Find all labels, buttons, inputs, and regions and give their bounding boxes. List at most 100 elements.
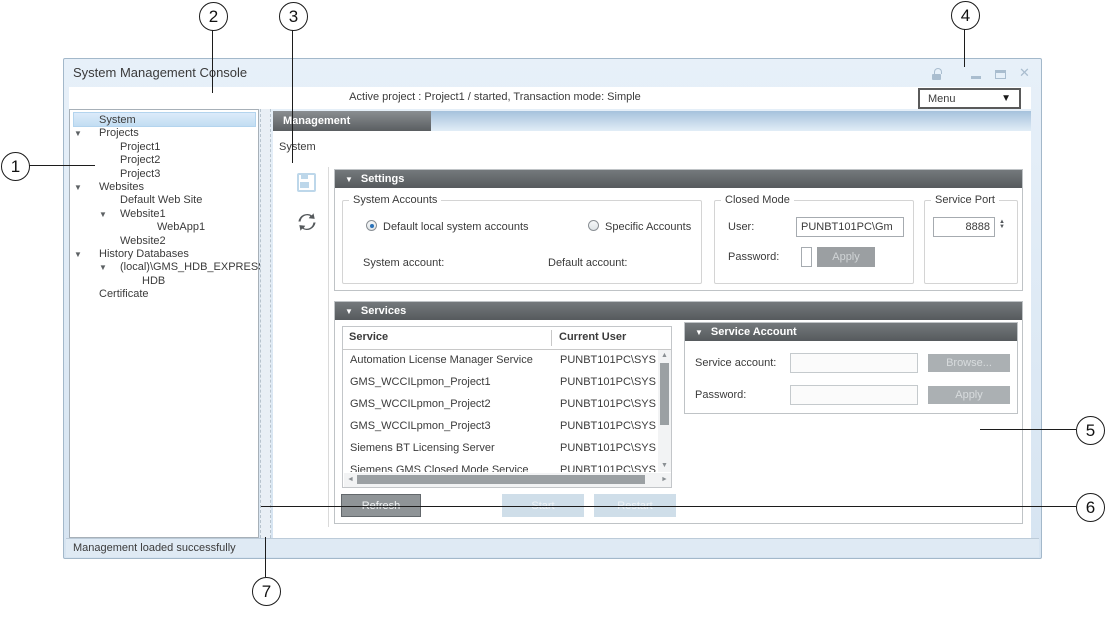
tree-item-project1[interactable]: Project1: [70, 141, 258, 155]
tab-management[interactable]: Management: [273, 111, 431, 131]
table-row[interactable]: Siemens BT Licensing Server PUNBT101PC\S…: [344, 442, 658, 464]
collapse-arrow-icon[interactable]: ▼: [99, 210, 107, 219]
service-port-stepper[interactable]: ▲ ▼: [999, 220, 1005, 230]
scroll-down-icon[interactable]: ▼: [661, 462, 668, 469]
system-account-label: System account:: [363, 257, 444, 269]
callout-1-label: 1: [11, 157, 20, 177]
tree-item-label: History Databases: [99, 248, 189, 260]
current-user-cell: PUNBT101PC\SYS: [560, 398, 657, 410]
tree-item-label: WebApp1: [157, 221, 205, 233]
services-table: Service Current User Automation License …: [342, 326, 672, 488]
table-row[interactable]: GMS_WCCILpmon_Project1 PUNBT101PC\SYS: [344, 376, 658, 398]
vertical-scrollbar-thumb[interactable]: [660, 363, 669, 425]
tree-item-default-web-site[interactable]: Default Web Site: [70, 194, 258, 208]
apply-button-label: Apply: [832, 251, 860, 263]
tree-item-hdb-express[interactable]: ▼ (local)\GMS_HDB_EXPRESS: [70, 261, 258, 275]
minimize-button[interactable]: [971, 76, 981, 79]
status-bar-text: Management loaded successfully: [73, 542, 236, 554]
tree-item-history-databases[interactable]: ▼ History Databases: [70, 248, 258, 262]
tree-item-project2[interactable]: Project2: [70, 154, 258, 168]
tree-item-label: Default Web Site: [120, 194, 202, 206]
callout-3-label: 3: [289, 7, 298, 27]
radio-specific-label: Specific Accounts: [605, 221, 691, 233]
user-label: User:: [728, 221, 754, 233]
collapse-arrow-icon: ▼: [345, 307, 353, 316]
service-name-cell: Siemens GMS Closed Mode Service: [350, 464, 550, 472]
save-icon[interactable]: [297, 173, 316, 192]
service-account-field[interactable]: [790, 353, 918, 373]
tab-management-label: Management: [283, 115, 350, 127]
tree-item-website1[interactable]: ▼ Website1: [70, 208, 258, 222]
current-user-cell: PUNBT101PC\SYS: [560, 354, 657, 366]
app-window: System Management Console ✕ Active proje…: [63, 58, 1042, 559]
service-account-password-field[interactable]: [790, 385, 918, 405]
radio-default-local-system-accounts[interactable]: [366, 220, 377, 231]
callout-1: 1: [1, 152, 30, 181]
tree-item-project3[interactable]: Project3: [70, 168, 258, 182]
services-panel: ▼ Services Service Current User Automati…: [334, 301, 1023, 524]
services-table-header: Service Current User: [343, 327, 671, 350]
collapse-arrow-icon[interactable]: ▼: [74, 250, 82, 259]
tree-item-websites[interactable]: ▼ Websites: [70, 181, 258, 195]
table-row[interactable]: Automation License Manager Service PUNBT…: [344, 354, 658, 376]
tree-item-hdb[interactable]: HDB: [70, 275, 258, 289]
closed-mode-apply-button[interactable]: Apply: [817, 247, 875, 267]
radio-specific-accounts[interactable]: [588, 220, 599, 231]
service-account-panel-header[interactable]: ▼ Service Account: [685, 323, 1017, 341]
settings-panel-header[interactable]: ▼ Settings: [335, 170, 1022, 188]
password-field[interactable]: [801, 247, 812, 267]
service-account-apply-button[interactable]: Apply: [928, 386, 1010, 404]
callout-line-7: [265, 537, 266, 577]
spinner-down-icon[interactable]: ▼: [999, 225, 1005, 230]
collapse-arrow-icon[interactable]: ▼: [74, 129, 82, 138]
tab-strip: Management: [273, 111, 1031, 131]
tree-main-splitter[interactable]: [260, 109, 271, 538]
scroll-up-icon[interactable]: ▲: [661, 352, 668, 359]
table-row[interactable]: Siemens GMS Closed Mode Service PUNBT101…: [344, 464, 658, 472]
scroll-right-icon[interactable]: ►: [661, 476, 668, 483]
services-table-rows: Automation License Manager Service PUNBT…: [344, 350, 658, 472]
chevron-down-icon: ▼: [1001, 93, 1011, 104]
tree-item-label: Websites: [99, 181, 144, 193]
tree-item-certificate[interactable]: Certificate: [70, 288, 258, 302]
collapse-arrow-icon[interactable]: ▼: [99, 263, 107, 272]
maximize-button[interactable]: [995, 70, 1006, 79]
callout-7-label: 7: [262, 582, 271, 602]
callout-4: 4: [951, 1, 980, 30]
current-user-cell: PUNBT101PC\SYS: [560, 420, 657, 432]
callout-line-5: [980, 429, 1076, 430]
closed-mode-group: Closed Mode User: Password: Apply: [714, 200, 914, 284]
vertical-scrollbar[interactable]: ▲ ▼: [658, 350, 671, 472]
lock-icon: [932, 68, 942, 80]
user-field[interactable]: [796, 217, 904, 237]
horizontal-scrollbar[interactable]: ◄ ►: [344, 473, 671, 487]
service-name-cell: GMS_WCCILpmon_Project2: [350, 398, 550, 410]
close-button[interactable]: ✕: [1019, 65, 1030, 81]
default-account-label: Default account:: [548, 257, 628, 269]
management-panel: Management System ▼: [273, 111, 1031, 538]
tree-item-website2[interactable]: Website2: [70, 235, 258, 249]
tree-item-system[interactable]: System: [70, 114, 258, 128]
collapse-arrow-icon[interactable]: ▼: [74, 183, 82, 192]
settings-panel: ▼ Settings System Accounts Default local…: [334, 169, 1023, 291]
services-panel-header[interactable]: ▼ Services: [335, 302, 1022, 320]
table-row[interactable]: GMS_WCCILpmon_Project2 PUNBT101PC\SYS: [344, 398, 658, 420]
apply-button-label: Apply: [955, 389, 983, 401]
service-account-label: Service account:: [695, 357, 776, 369]
tree-item-projects[interactable]: ▼ Projects: [70, 127, 258, 141]
current-user-cell: PUNBT101PC\SYS: [560, 464, 657, 472]
service-port-field[interactable]: [933, 217, 995, 237]
scroll-left-icon[interactable]: ◄: [347, 476, 354, 483]
column-header-current-user[interactable]: Current User: [559, 331, 626, 343]
column-divider[interactable]: [551, 330, 552, 346]
menu-dropdown[interactable]: Menu ▼: [918, 88, 1021, 109]
tree-item-webapp1[interactable]: WebApp1: [70, 221, 258, 235]
browse-button[interactable]: Browse...: [928, 354, 1010, 372]
radio-default-label: Default local system accounts: [383, 221, 529, 233]
refresh-icon[interactable]: [296, 211, 318, 238]
column-header-service[interactable]: Service: [349, 331, 388, 343]
active-project-status: Active project : Project1 / started, Tra…: [69, 91, 921, 103]
horizontal-scrollbar-thumb[interactable]: [357, 475, 645, 484]
table-row[interactable]: GMS_WCCILpmon_Project3 PUNBT101PC\SYS: [344, 420, 658, 442]
window-title: System Management Console: [73, 65, 247, 80]
